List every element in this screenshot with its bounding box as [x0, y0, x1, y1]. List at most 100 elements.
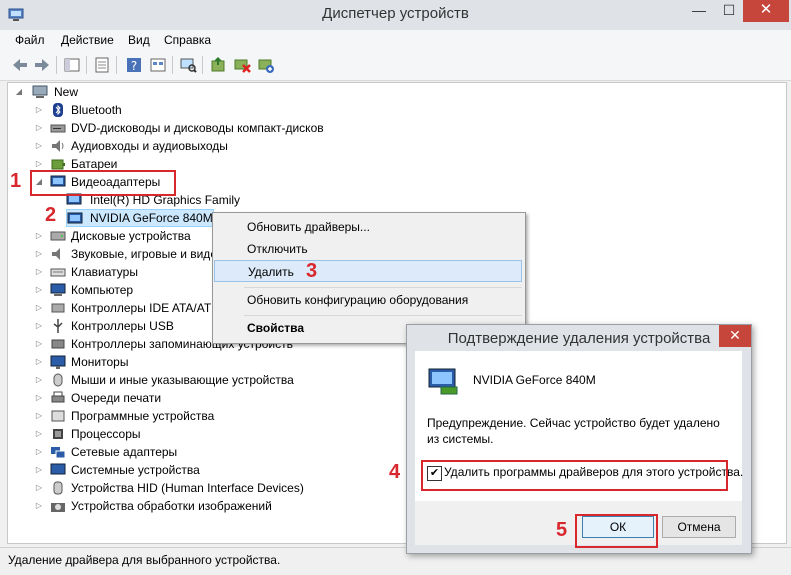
processor-icon [53, 429, 63, 439]
menu-help[interactable]: Справка [164, 33, 211, 47]
tree-item-label: Звуковые, игровые и виде [71, 247, 217, 261]
cancel-button[interactable]: Отмена [662, 516, 736, 538]
window-title: Диспетчер устройств [322, 5, 469, 22]
expand-arrow-icon[interactable]: ▷ [34, 335, 44, 353]
menu-item-update-driver[interactable]: Обновить драйверы... [214, 216, 522, 238]
system-device-icon [50, 463, 66, 475]
dialog-device-name: NVIDIA GeForce 840M [473, 373, 596, 387]
menu-file[interactable]: Файл [15, 33, 45, 47]
forward-arrow-icon[interactable] [32, 55, 52, 75]
usb-icon [53, 319, 63, 333]
expand-arrow-icon[interactable]: ▷ [34, 353, 44, 371]
hid-icon [53, 481, 63, 495]
tree-item-label: Мыши и иные указывающие устройства [71, 373, 294, 387]
tree-item-label: Дисковые устройства [71, 229, 191, 243]
ide-controller-icon [51, 303, 65, 313]
show-hide-tree-icon[interactable] [62, 55, 82, 75]
view-resources-icon[interactable] [148, 55, 168, 75]
menu-item-label: Обновить драйверы... [247, 220, 370, 234]
svg-text:?: ? [131, 59, 137, 73]
menu-bar: Файл Действие Вид Справка [0, 30, 791, 50]
disk-drive-icon [50, 231, 66, 241]
expand-arrow-icon[interactable]: ▷ [34, 263, 44, 281]
menu-item-label: Отключить [247, 242, 308, 256]
tree-item-label: Контроллеры IDE ATA/AT [71, 301, 212, 315]
menu-item-scan-hardware[interactable]: Обновить конфигурацию оборудования [214, 289, 522, 311]
tree-item-label: DVD-дисководы и дисководы компакт-дисков [71, 121, 324, 135]
expand-arrow-icon[interactable]: ▷ [34, 317, 44, 335]
menu-item-label: Удалить [248, 265, 294, 279]
tree-item-label: Клавиатуры [71, 265, 138, 279]
expand-arrow-icon[interactable]: ▷ [34, 245, 44, 263]
annotation-number-4: 4 [389, 461, 401, 483]
close-button[interactable]: ✕ [743, 0, 789, 22]
tree-item-label: Системные устройства [71, 463, 200, 477]
dialog-warning-text: Предупреждение. Сейчас устройство будет … [427, 416, 720, 446]
annotation-box-checkbox [421, 460, 728, 491]
expand-arrow-icon[interactable]: ▷ [34, 497, 44, 515]
expand-arrow-icon[interactable]: ▷ [34, 299, 44, 317]
annotation-number-1: 1 [10, 170, 22, 192]
menu-view[interactable]: Вид [128, 33, 150, 47]
network-adapter-icon [51, 447, 66, 459]
menu-item-uninstall[interactable]: Удалить [214, 260, 522, 282]
scan-hardware-icon[interactable] [178, 55, 198, 75]
expand-arrow-icon[interactable]: ▷ [34, 119, 44, 137]
uninstall-device-icon[interactable] [232, 55, 252, 75]
expand-arrow-icon[interactable]: ▷ [34, 479, 44, 497]
expand-arrow-icon[interactable]: ▷ [34, 443, 44, 461]
update-driver-icon[interactable] [208, 55, 228, 75]
monitor-icon [50, 355, 66, 369]
tree-item-label: Программные устройства [71, 409, 215, 423]
tree-root-label: New [54, 85, 79, 99]
expand-arrow-icon[interactable]: ▷ [34, 371, 44, 389]
toolbar: ? [0, 50, 791, 81]
dvd-drive-icon [50, 124, 66, 133]
tree-item-label: Контроллеры USB [71, 319, 174, 333]
status-text: Удаление драйвера для выбранного устройс… [8, 553, 281, 567]
annotation-box-display-adapters [30, 170, 176, 196]
software-device-icon [51, 410, 65, 422]
help-icon[interactable]: ? [124, 55, 144, 75]
expand-arrow-icon[interactable]: ▷ [34, 461, 44, 479]
menu-action[interactable]: Действие [61, 33, 114, 47]
tree-item-label: Bluetooth [71, 103, 122, 117]
display-adapter-icon [67, 212, 83, 224]
menu-item-disable[interactable]: Отключить [214, 238, 522, 260]
back-arrow-icon[interactable] [10, 55, 30, 75]
computer-icon [32, 85, 48, 98]
enable-device-icon[interactable] [256, 55, 276, 75]
tree-item-label: NVIDIA GeForce 840M [90, 211, 213, 225]
tree-item-label: Очереди печати [71, 391, 162, 405]
menu-item-label: Обновить конфигурацию оборудования [247, 293, 469, 307]
expand-arrow-icon[interactable]: ▷ [34, 137, 44, 155]
dialog-close-button[interactable]: ✕ [719, 325, 751, 347]
title-bar[interactable]: Диспетчер устройств — ☐ ✕ [0, 0, 791, 30]
annotation-number-3: 3 [306, 260, 318, 282]
expand-arrow-icon[interactable]: ▷ [34, 227, 44, 245]
expand-arrow-icon[interactable]: ▷ [34, 425, 44, 443]
menu-item-label: Свойства [247, 321, 305, 335]
expand-arrow-icon[interactable]: ▷ [34, 281, 44, 299]
bluetooth-icon [53, 103, 63, 117]
tree-item-label: Компьютер [71, 283, 134, 297]
properties-sheet-icon[interactable] [92, 55, 112, 75]
expand-arrow-icon[interactable]: ▷ [34, 389, 44, 407]
camera-icon [51, 503, 65, 512]
tree-item-nvidia-selected[interactable]: NVIDIA GeForce 840M [66, 209, 214, 227]
maximize-button[interactable]: ☐ [714, 0, 744, 22]
expand-arrow-icon[interactable]: ▷ [34, 407, 44, 425]
expand-arrow-icon[interactable]: ▷ [34, 101, 44, 119]
keyboard-icon [50, 268, 66, 277]
tree-item-label: Сетевые адаптеры [71, 445, 178, 459]
computer-icon [50, 283, 66, 296]
speaker-icon [52, 140, 64, 152]
dialog-title: Подтверждение удаления устройства [447, 330, 711, 347]
annotation-number-5: 5 [556, 519, 568, 541]
tree-item-label: Процессоры [71, 427, 141, 441]
tree-item-label: Устройства обработки изображений [71, 499, 272, 513]
minimize-button[interactable]: — [684, 0, 714, 22]
sound-video-icon [52, 248, 60, 260]
tree-item-label: Устройства HID (Human Interface Devices) [71, 481, 304, 495]
collapse-arrow-icon[interactable]: ◢ [14, 83, 24, 101]
